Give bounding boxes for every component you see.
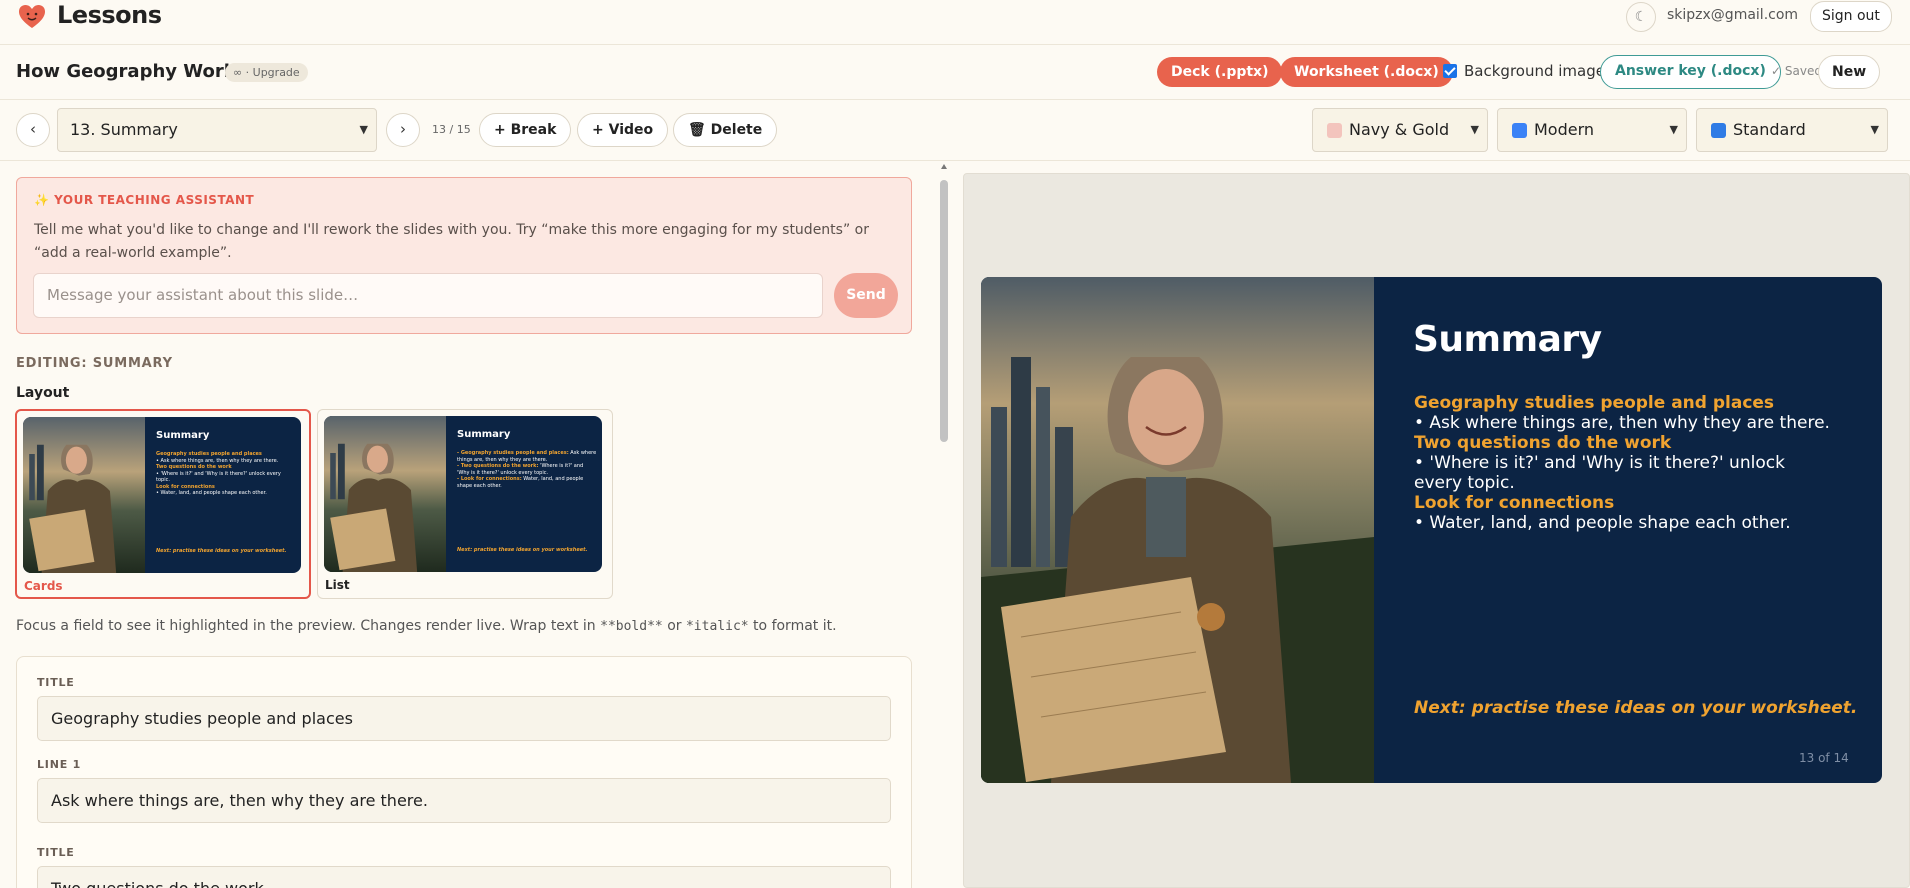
formatting-hint: Focus a field to see it highlighted in t… (16, 618, 837, 634)
lesson-title: How Geography Works (16, 61, 247, 82)
thumbnail-next: Next: practise these ideas on your works… (156, 548, 287, 554)
thumbnail-body: - Geography studies people and places: A… (457, 450, 597, 489)
title-field[interactable]: Geography studies people and places (37, 696, 891, 741)
assistant-title: ✨ YOUR TEACHING ASSISTANT (34, 193, 255, 207)
layout-option-label: List (325, 578, 350, 592)
line-field[interactable]: Ask where things are, then why they are … (37, 778, 891, 823)
chevron-down-icon: ▼ (1669, 123, 1678, 136)
next-slide-button[interactable]: › (386, 113, 420, 147)
user-email: skipzx@gmail.com (1667, 7, 1799, 23)
slide-line: • Water, land, and people shape each oth… (1414, 513, 1791, 533)
layout-heading: Layout (16, 385, 70, 401)
slide-counter: 13 / 15 (432, 123, 471, 136)
delete-slide-button[interactable]: 🗑 Delete (673, 113, 778, 147)
editing-heading: EDITING: SUMMARY (16, 356, 173, 371)
export-deck-button[interactable]: Deck (.pptx) (1157, 57, 1283, 87)
thumbnail-next: Next: practise these ideas on your works… (457, 547, 588, 553)
slide-line: • Ask where things are, then why they ar… (1414, 413, 1830, 433)
font-select[interactable]: Modern ▼ (1497, 108, 1687, 152)
slide-next-step: Next: practise these ideas on your works… (1414, 698, 1858, 718)
slide-heading: Look for connections (1414, 493, 1615, 513)
assistant-description: Tell me what you'd like to change and I'… (34, 222, 869, 261)
scroll-up-icon[interactable] (941, 164, 947, 169)
thumbnail-title: Summary (457, 429, 511, 440)
background-image-label[interactable]: Background image (1464, 62, 1605, 80)
slide-toolbar: ‹ 13. Summary ▼ › 13 / 15 + Break + Vide… (0, 101, 1910, 161)
brand-name[interactable]: Lessons (57, 1, 162, 29)
slide-heading: Two questions do the work (1414, 433, 1672, 453)
new-lesson-button[interactable]: New (1818, 55, 1881, 89)
field-label: TITLE (37, 676, 75, 689)
export-answer-key-button[interactable]: Answer key (.docx) (1600, 55, 1781, 89)
export-worksheet-button[interactable]: Worksheet (.docx) (1280, 57, 1453, 87)
accessibility-icon (1711, 123, 1726, 138)
teacher-photo (981, 277, 1374, 783)
layout-thumbnail: Summary - Geography studies people and p… (324, 416, 602, 572)
font-style-icon (1512, 123, 1527, 138)
sign-out-button[interactable]: Sign out (1810, 1, 1892, 32)
layout-thumbnail: Summary Geography studies people and pla… (23, 417, 301, 573)
chevron-down-icon: ▼ (1470, 123, 1479, 136)
field-label: TITLE (37, 846, 75, 859)
slide-select-value: 13. Summary (70, 120, 178, 139)
save-status: ✓ Saved (1771, 64, 1822, 78)
slide-page-number: 13 of 14 (1799, 751, 1849, 765)
slide-title: Summary (1413, 319, 1602, 360)
upgrade-badge[interactable]: ∞ · Upgrade (225, 63, 308, 82)
palette-select-value: Navy & Gold (1349, 120, 1450, 139)
thumbnail-title: Summary (156, 430, 210, 441)
slide-select[interactable]: 13. Summary ▼ (57, 108, 377, 152)
top-bar: Lessons ☾ skipzx@gmail.com Sign out (0, 0, 1910, 45)
palette-icon (1327, 123, 1342, 138)
layout-option-list[interactable]: Summary - Geography studies people and p… (317, 409, 613, 599)
add-break-button[interactable]: + Break (479, 113, 572, 147)
previous-slide-button[interactable]: ‹ (16, 113, 50, 147)
editor-scrollbar[interactable] (938, 162, 950, 888)
layout-option-label: Cards (24, 579, 63, 593)
slide-heading: Geography studies people and places (1414, 393, 1775, 413)
chevron-down-icon: ▼ (1870, 123, 1879, 136)
heart-logo-icon[interactable] (18, 4, 46, 30)
send-button[interactable]: Send (834, 273, 898, 318)
teaching-assistant-panel: ✨ YOUR TEACHING ASSISTANT Tell me what y… (16, 177, 912, 334)
editor-panel: ✨ YOUR TEACHING ASSISTANT Tell me what y… (0, 162, 935, 888)
slide-line: • 'Where is it?' and 'Why is it there?' … (1414, 453, 1785, 493)
font-select-value: Modern (1534, 120, 1595, 139)
chevron-down-icon: ▼ (359, 123, 368, 136)
add-video-button[interactable]: + Video (577, 113, 669, 147)
layout-option-cards[interactable]: Summary Geography studies people and pla… (15, 409, 311, 599)
slide-preview: Summary Geography studies people and pla… (981, 277, 1882, 783)
thumbnail-body: Geography studies people and places • As… (156, 451, 281, 496)
teacher-photo-thumbnail (23, 417, 145, 573)
teacher-photo-thumbnail (324, 416, 446, 572)
field-label: LINE 1 (37, 758, 82, 771)
palette-select[interactable]: Navy & Gold ▼ (1312, 108, 1488, 152)
document-header: How Geography Works ∞ · Upgrade Deck (.p… (0, 45, 1910, 100)
background-image-checkbox[interactable] (1443, 64, 1457, 78)
slide-body: Geography studies people and places • As… (1414, 393, 1834, 533)
dark-mode-toggle-icon[interactable]: ☾ (1626, 2, 1656, 32)
assistant-message-input[interactable]: Message your assistant about this slide… (33, 273, 823, 318)
scrollbar-thumb[interactable] (940, 180, 948, 442)
slide-fields-form: TITLE Geography studies people and place… (16, 656, 912, 888)
title-field[interactable]: Two questions do the work (37, 866, 891, 888)
accessibility-select[interactable]: Standard ▼ (1696, 108, 1888, 152)
accessibility-select-value: Standard (1733, 120, 1806, 139)
